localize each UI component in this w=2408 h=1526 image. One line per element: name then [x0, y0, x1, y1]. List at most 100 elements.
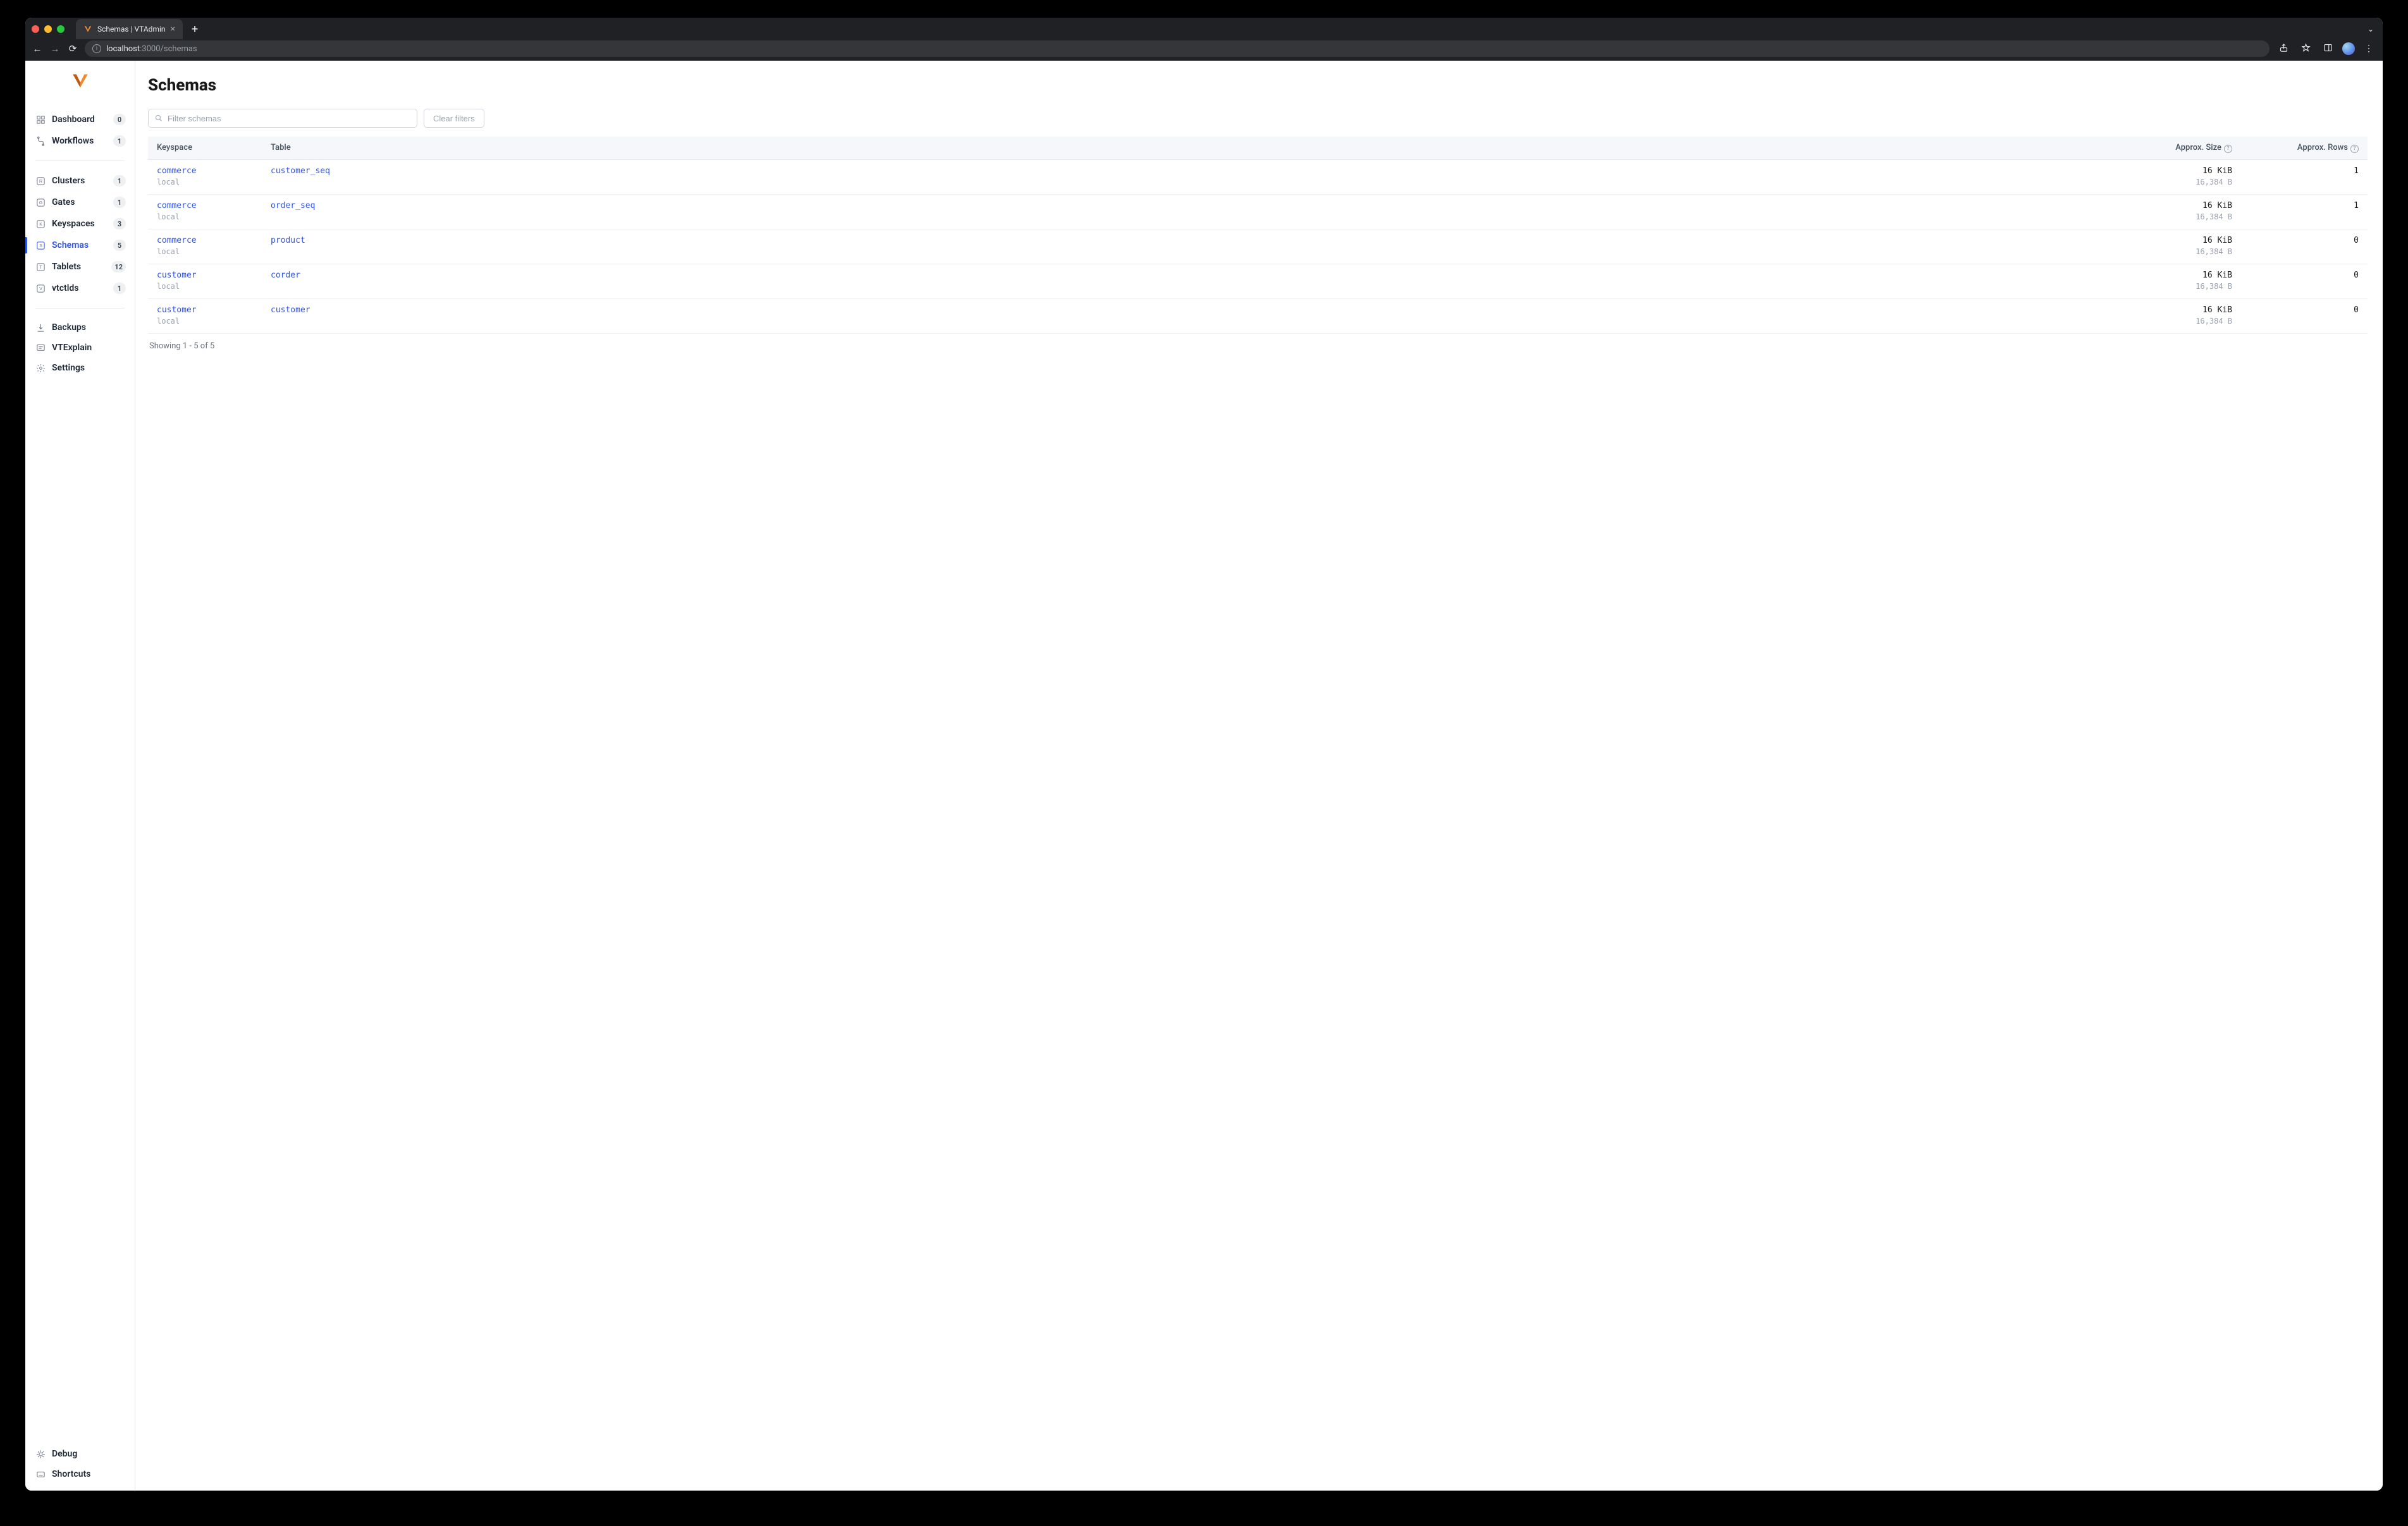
sidebar-item-label: Schemas [52, 240, 107, 250]
sidebar-badge: 3 [113, 218, 126, 229]
clear-filters-button[interactable]: Clear filters [424, 109, 484, 128]
cluster-name: local [157, 247, 253, 256]
keyspace-link[interactable]: commerce [157, 236, 253, 245]
table-link[interactable]: product [271, 236, 2106, 245]
table-footer: Showing 1 - 5 of 5 [148, 334, 2368, 358]
col-rows[interactable]: Approx. Rows? [2241, 137, 2368, 159]
size-value: 16 KiB [2123, 166, 2232, 176]
sidebar-item-vtexplain[interactable]: VTExplain [25, 338, 135, 358]
close-tab-icon[interactable]: × [171, 25, 175, 34]
size-value: 16 KiB [2123, 201, 2232, 211]
cluster-name: local [157, 212, 253, 221]
maximize-window-icon[interactable] [57, 25, 64, 33]
size-value: 16 KiB [2123, 305, 2232, 315]
rows-value: 1 [2250, 201, 2359, 211]
cluster-name: local [157, 282, 253, 291]
reload-button[interactable]: ⟳ [67, 43, 78, 54]
tab-title: Schemas | VTAdmin [97, 25, 166, 34]
sidebar-item-vtctlds[interactable]: Vvtctlds1 [25, 278, 135, 299]
size-bytes: 16,384 B [2123, 317, 2232, 326]
site-info-icon[interactable]: i [92, 44, 101, 53]
gates-icon: G [35, 197, 46, 207]
new-tab-button[interactable]: + [188, 23, 202, 36]
menu-icon[interactable]: ⋮ [2361, 44, 2376, 54]
sidebar-item-schemas[interactable]: S Schemas 5 [25, 235, 135, 256]
size-bytes: 16,384 B [2123, 282, 2232, 291]
sidebar-item-label: Settings [52, 363, 126, 373]
sidebar-item-label: Backups [52, 322, 126, 333]
sidebar-item-debug[interactable]: Debug [25, 1444, 135, 1464]
col-size[interactable]: Approx. Size? [2115, 137, 2241, 159]
table-link[interactable]: corder [271, 271, 2106, 280]
sidebar-item-clusters[interactable]: RClusters1 [25, 170, 135, 192]
sidebar-item-keyspaces[interactable]: KKeyspaces3 [25, 213, 135, 235]
sidebar-badge: 1 [113, 135, 126, 147]
url-path: :3000/schemas [140, 44, 197, 54]
sidebar-item-label: Workflows [52, 136, 107, 146]
sidebar-badge: 5 [113, 240, 126, 251]
size-value: 16 KiB [2123, 271, 2232, 280]
sidebar-item-shortcuts[interactable]: Shortcuts [25, 1464, 135, 1484]
rows-value: 0 [2250, 305, 2359, 315]
table-row: commercelocalcustomer_seq16 KiB16,384 B1 [148, 159, 2368, 194]
panel-icon[interactable] [2320, 43, 2336, 55]
sidebar-badge: 0 [113, 114, 126, 125]
table-row: commercelocalorder_seq16 KiB16,384 B1 [148, 194, 2368, 229]
table-link[interactable]: order_seq [271, 201, 2106, 211]
svg-text:R: R [39, 180, 42, 184]
sidebar-item-label: vtctlds [52, 283, 107, 293]
table-link[interactable]: customer [271, 305, 2106, 315]
sidebar-item-tablets[interactable]: T Tablets 12 [25, 256, 135, 278]
back-button[interactable]: ← [32, 43, 43, 54]
sidebar-item-workflows[interactable]: Workflows 1 [25, 130, 135, 152]
schemas-icon: S [35, 240, 46, 250]
sidebar-item-label: Tablets [52, 262, 105, 272]
sidebar-item-label: Debug [52, 1449, 126, 1459]
rows-value: 0 [2250, 271, 2359, 280]
shortcuts-icon [35, 1469, 46, 1479]
rows-value: 0 [2250, 236, 2359, 245]
keyspace-link[interactable]: customer [157, 305, 253, 315]
tabs-overflow-icon[interactable]: ⌄ [2368, 25, 2374, 34]
keyspace-link[interactable]: commerce [157, 201, 253, 211]
help-icon[interactable]: ? [2350, 145, 2359, 153]
address-bar[interactable]: i localhost:3000/schemas [85, 40, 2270, 57]
table-row: customerlocalcustomer16 KiB16,384 B0 [148, 298, 2368, 333]
app-logo[interactable] [25, 72, 135, 90]
sidebar-item-gates[interactable]: GGates1 [25, 192, 135, 213]
close-window-icon[interactable] [32, 25, 39, 33]
sidebar-badge: 12 [111, 261, 126, 272]
keyspace-link[interactable]: commerce [157, 166, 253, 176]
sidebar-item-dashboard[interactable]: Dashboard 0 [25, 109, 135, 130]
svg-text:S: S [39, 244, 42, 248]
page-title: Schemas [148, 76, 2368, 95]
share-icon[interactable] [2276, 43, 2292, 55]
filter-schemas-input[interactable] [168, 114, 410, 123]
vitess-favicon-icon [83, 25, 92, 34]
table-row: customer local corder 16 KiB 16,384 B 0 [148, 264, 2368, 298]
minimize-window-icon[interactable] [44, 25, 52, 33]
debug-icon [35, 1449, 46, 1459]
sidebar-item-settings[interactable]: Settings [25, 358, 135, 378]
svg-text:G: G [39, 201, 42, 205]
help-icon[interactable]: ? [2224, 145, 2232, 153]
tablets-icon: T [35, 262, 46, 272]
vtexplain-icon [35, 343, 46, 353]
filter-schemas-input-wrapper[interactable] [148, 109, 417, 128]
sidebar-item-label: Shortcuts [52, 1469, 126, 1479]
col-table[interactable]: Table [262, 137, 2115, 159]
keyspace-link[interactable]: customer [157, 271, 253, 280]
profile-avatar[interactable] [2342, 42, 2355, 55]
size-value: 16 KiB [2123, 236, 2232, 245]
sidebar-item-label: Dashboard [52, 114, 107, 125]
window-controls[interactable] [32, 25, 71, 33]
search-icon [155, 114, 163, 122]
col-keyspace[interactable]: Keyspace [148, 137, 262, 159]
table-link[interactable]: customer_seq [271, 166, 2106, 176]
browser-tab[interactable]: Schemas | VTAdmin × [76, 19, 183, 39]
sidebar-item-backups[interactable]: Backups [25, 317, 135, 338]
bookmark-icon[interactable] [2298, 43, 2314, 55]
backups-icon [35, 322, 46, 333]
size-bytes: 16,384 B [2123, 247, 2232, 256]
forward-button[interactable]: → [49, 43, 61, 54]
